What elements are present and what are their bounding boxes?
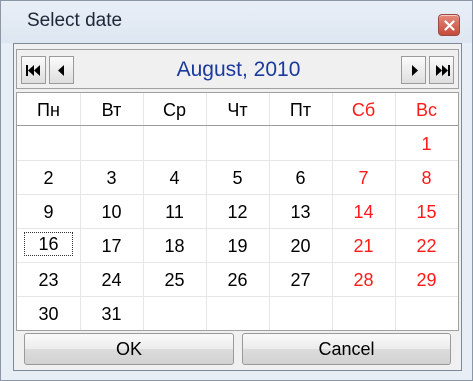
weekday-header: Пн [37, 100, 60, 120]
grid-row-line [17, 160, 458, 161]
day-cell[interactable]: 6 [269, 165, 332, 191]
next-year-button[interactable] [429, 56, 454, 84]
weekday-header: Пт [289, 100, 312, 120]
day-cell[interactable]: 15 [395, 199, 458, 225]
day-cell[interactable]: 5 [206, 165, 269, 191]
grid-row-line [17, 262, 458, 263]
day-cell[interactable]: 19 [206, 233, 269, 259]
select-date-dialog: Select date August, 2010 Пн Вт Ср Чт Пт … [0, 0, 473, 381]
day-cell[interactable]: 29 [395, 267, 458, 293]
selected-day-cell[interactable]: 16 [24, 232, 73, 256]
month-year-label[interactable]: August, 2010 [87, 58, 390, 82]
day-cell[interactable]: 17 [80, 233, 143, 259]
header-divider [17, 125, 458, 126]
day-cell[interactable]: 10 [80, 199, 143, 225]
prev-year-button[interactable] [21, 56, 46, 84]
day-cell[interactable]: 9 [17, 199, 80, 225]
day-cell[interactable]: 18 [143, 233, 206, 259]
right-arrow-icon [412, 65, 418, 76]
left-arrow-icon [58, 65, 64, 76]
day-cell[interactable]: 4 [143, 165, 206, 191]
next-month-button[interactable] [401, 56, 426, 84]
day-cell[interactable]: 25 [143, 267, 206, 293]
day-cell[interactable]: 22 [395, 233, 458, 259]
day-cell[interactable]: 2 [17, 165, 80, 191]
weekday-header: Сб [351, 100, 376, 120]
dialog-body: August, 2010 Пн Вт Ср Чт Пт Сб Вс 1 2 3 4 5 6 7 8 9 10 11… [13, 43, 462, 371]
day-cell[interactable]: 3 [80, 165, 143, 191]
day-cell[interactable]: 28 [332, 267, 395, 293]
day-cell[interactable]: 12 [206, 199, 269, 225]
prev-month-button[interactable] [49, 56, 74, 84]
day-cell[interactable]: 31 [80, 301, 143, 327]
day-cell[interactable]: 1 [395, 131, 458, 157]
day-cell[interactable]: 11 [143, 199, 206, 225]
title-bar[interactable]: Select date [1, 1, 472, 43]
day-cell[interactable]: 30 [17, 301, 80, 327]
day-cell[interactable]: 27 [269, 267, 332, 293]
cancel-button[interactable]: Cancel [242, 333, 451, 365]
day-cell[interactable]: 21 [332, 233, 395, 259]
double-left-arrow-icon [26, 65, 40, 76]
weekday-header: Чт [227, 100, 248, 120]
day-cell[interactable]: 23 [17, 267, 80, 293]
grid-row-line [17, 194, 458, 195]
weekday-header: Вт [101, 100, 122, 120]
double-right-arrow-icon [436, 65, 450, 76]
calendar-grid: Пн Вт Ср Чт Пт Сб Вс 1 2 3 4 5 6 7 8 9 10 11 12 13 14 15 16 17 1… [16, 92, 459, 331]
weekday-header: Вс [415, 100, 437, 120]
day-cell[interactable]: 7 [332, 165, 395, 191]
day-cell[interactable]: 26 [206, 267, 269, 293]
close-icon [444, 20, 455, 31]
weekday-header: Ср [162, 100, 186, 120]
day-cell[interactable]: 24 [80, 267, 143, 293]
day-cell[interactable]: 13 [269, 199, 332, 225]
day-cell[interactable]: 8 [395, 165, 458, 191]
close-button[interactable] [438, 14, 460, 36]
grid-row-line [17, 296, 458, 297]
window-title: Select date [27, 10, 123, 31]
day-cell[interactable]: 14 [332, 199, 395, 225]
ok-button[interactable]: OK [24, 333, 234, 365]
month-navigation: August, 2010 [16, 49, 459, 89]
day-cell[interactable]: 20 [269, 233, 332, 259]
grid-row-line [17, 228, 458, 229]
